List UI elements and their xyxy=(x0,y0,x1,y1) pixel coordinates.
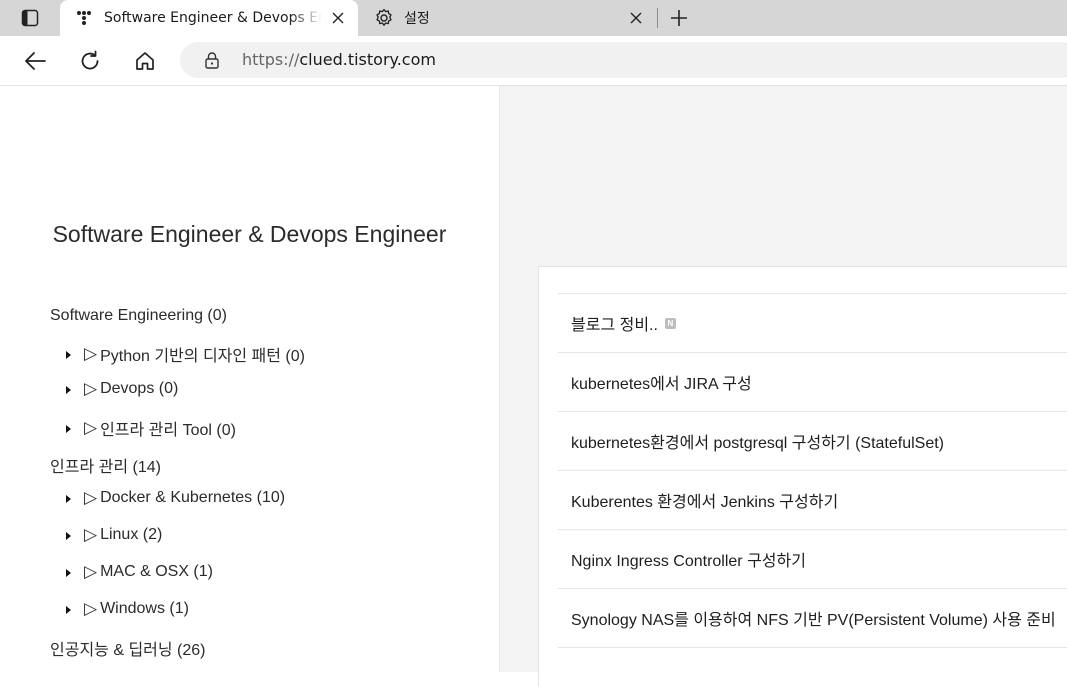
home-icon xyxy=(134,50,156,72)
post-link[interactable]: Kuberentes 환경에서 Jenkins 구성하기 xyxy=(558,471,1067,530)
triangle-marker-icon: ▷ xyxy=(84,562,98,581)
subcategory-item[interactable]: ▷ Python 기반의 디자인 패턴 (0) xyxy=(66,342,305,366)
post-link[interactable]: kubernetes환경에서 postgresql 구성하기 (Stateful… xyxy=(558,412,1067,471)
new-tab-button[interactable] xyxy=(664,4,694,32)
refresh-button[interactable] xyxy=(74,46,106,76)
back-arrow-icon xyxy=(24,51,46,71)
tab-title: 설정 xyxy=(404,11,430,27)
address-bar[interactable]: https://clued.tistory.com xyxy=(180,42,1067,78)
blog-title[interactable]: Software Engineer & Devops Engineer xyxy=(0,221,499,248)
blog-sidebar: Software Engineer & Devops Engineer Soft… xyxy=(0,86,500,672)
subcategory-item[interactable]: ▷ Linux (2) xyxy=(66,525,162,545)
subcategory-item[interactable]: ▷ Devops (0) xyxy=(66,379,178,399)
sidebar-panel-icon xyxy=(21,9,39,27)
tistory-icon xyxy=(74,8,94,28)
post-link[interactable]: kubernetes에서 JIRA 구성 xyxy=(558,353,1067,412)
close-tab-icon[interactable] xyxy=(322,4,354,32)
expand-arrow-icon[interactable] xyxy=(66,386,71,394)
refresh-icon xyxy=(79,50,101,72)
new-badge: N xyxy=(664,317,676,329)
tab-blog[interactable]: Software Engineer & Devops Engineer xyxy=(60,0,358,36)
expand-arrow-icon[interactable] xyxy=(66,495,71,503)
triangle-marker-icon: ▷ xyxy=(84,488,98,507)
expand-arrow-icon[interactable] xyxy=(66,351,71,359)
category-item[interactable]: Software Engineering (0) xyxy=(50,307,227,325)
expand-arrow-icon[interactable] xyxy=(66,532,71,540)
expand-arrow-icon[interactable] xyxy=(66,569,71,577)
tab-settings[interactable]: 설정 xyxy=(360,0,656,36)
lock-icon[interactable] xyxy=(202,50,222,70)
subcategory-item[interactable]: ▷ Windows (1) xyxy=(66,599,189,619)
browser-toolbar: https://clued.tistory.com xyxy=(0,36,1067,86)
expand-arrow-icon[interactable] xyxy=(66,425,71,433)
blog-content-area: 블로그 정비.. N kubernetes에서 JIRA 구성 kubernet… xyxy=(500,86,1067,687)
category-item[interactable]: 인공지능 & 딥러닝 (26) xyxy=(50,636,206,660)
subcategory-item[interactable]: ▷ Docker & Kubernetes (10) xyxy=(66,488,285,508)
triangle-marker-icon: ▷ xyxy=(84,379,98,398)
triangle-marker-icon: ▷ xyxy=(84,344,98,363)
post-list: 블로그 정비.. N kubernetes에서 JIRA 구성 kubernet… xyxy=(558,293,1067,648)
post-link[interactable]: Nginx Ingress Controller 구성하기 xyxy=(558,530,1067,589)
close-tab-icon[interactable] xyxy=(620,4,652,32)
subcategory-item[interactable]: ▷ MAC & OSX (1) xyxy=(66,562,213,582)
triangle-marker-icon: ▷ xyxy=(84,418,98,437)
plus-icon xyxy=(670,9,688,27)
subcategory-item[interactable]: ▷ 인프라 관리 Tool (0) xyxy=(66,416,236,440)
tab-actions-button[interactable] xyxy=(10,5,50,31)
url-host: clued.tistory.com xyxy=(299,50,436,69)
gear-icon xyxy=(374,8,394,28)
category-item[interactable]: 인프라 관리 (14) xyxy=(50,453,161,477)
post-list-panel: 블로그 정비.. N kubernetes에서 JIRA 구성 kubernet… xyxy=(538,266,1067,687)
tab-separator xyxy=(657,8,658,28)
home-button[interactable] xyxy=(129,46,161,76)
triangle-marker-icon: ▷ xyxy=(84,525,98,544)
expand-arrow-icon[interactable] xyxy=(66,606,71,614)
url-text: https://clued.tistory.com xyxy=(242,50,436,69)
back-button[interactable] xyxy=(19,46,51,76)
post-link[interactable]: Synology NAS를 이용하여 NFS 기반 PV(Persistent … xyxy=(558,589,1067,648)
triangle-marker-icon: ▷ xyxy=(84,599,98,618)
url-protocol: https:// xyxy=(242,50,300,69)
tab-strip: Software Engineer & Devops Engineer 설정 xyxy=(0,0,1067,36)
tab-title: Software Engineer & Devops Engineer xyxy=(104,10,322,26)
post-link[interactable]: 블로그 정비.. N xyxy=(558,294,1067,353)
